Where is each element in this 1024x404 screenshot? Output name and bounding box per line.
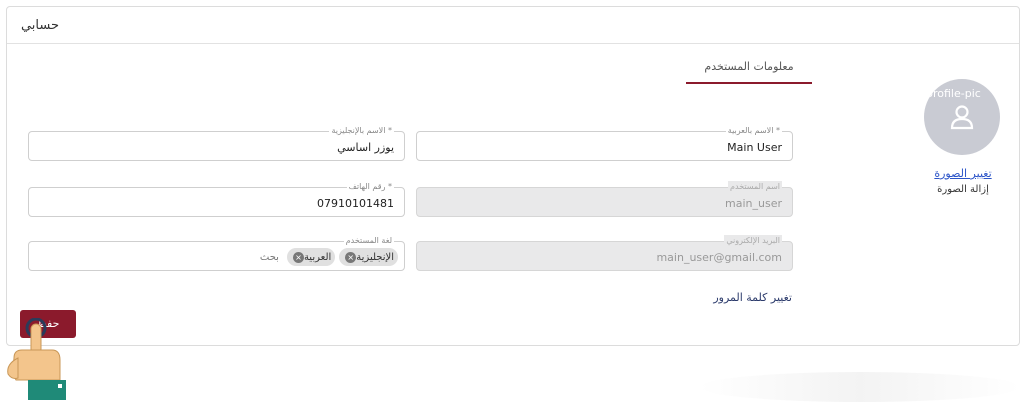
chip-english: × الإنجليزية (339, 248, 398, 266)
language-search-input[interactable]: بحث (260, 252, 279, 263)
active-tab-indicator (686, 82, 812, 84)
chip-arabic-label: العربية (303, 251, 332, 263)
background-smudge (700, 372, 1020, 402)
username-label: اسم المستخدم (728, 181, 782, 192)
chip-remove-icon[interactable]: × (292, 251, 304, 263)
username-value: main_user (725, 197, 782, 210)
name-en-field[interactable]: الاسم بالإنجليزية * يوزر اساسي (28, 125, 405, 161)
chip-english-label: الإنجليزية (356, 251, 394, 263)
language-multiselect[interactable]: لغة المستخدم × الإنجليزية × العربية بحث (28, 235, 405, 271)
avatar[interactable]: profile-pic (924, 79, 1000, 155)
remove-photo-link[interactable]: إزالة الصورة (930, 184, 996, 195)
user-icon (950, 105, 974, 130)
chip-arabic: × العربية (286, 248, 336, 266)
avatar-alt-text: profile-pic (926, 87, 981, 100)
change-photo-link[interactable]: تغيير الصورة (930, 167, 996, 180)
phone-value: 07910101481 (317, 197, 394, 210)
language-chips: × الإنجليزية × العربية بحث (260, 248, 398, 266)
language-label: لغة المستخدم (343, 235, 394, 246)
pointer-hand-icon (7, 318, 66, 400)
email-value: main_user@gmail.com (656, 251, 782, 264)
name-ar-value: Main User (727, 141, 782, 154)
email-label: البريد الإلكتروني (724, 235, 782, 246)
page-title: حسابي (20, 18, 59, 33)
phone-field[interactable]: رقم الهاتف * 07910101481 (28, 181, 405, 217)
name-en-label: الاسم بالإنجليزية * (329, 125, 394, 136)
name-en-value: يوزر اساسي (337, 141, 394, 154)
chip-remove-icon[interactable]: × (345, 251, 357, 263)
name-ar-field[interactable]: الاسم بالعربية * Main User (416, 125, 793, 161)
phone-label: رقم الهاتف * (346, 181, 394, 192)
account-card: حسابي (6, 6, 1020, 346)
card-header: حسابي (7, 7, 1019, 44)
tab-user-info[interactable]: معلومات المستخدم (686, 60, 812, 73)
username-field: اسم المستخدم main_user (416, 181, 793, 217)
change-password-link[interactable]: تغيير كلمة المرور (700, 291, 792, 304)
email-field: البريد الإلكتروني main_user@gmail.com (416, 235, 793, 271)
name-ar-label: الاسم بالعربية * (725, 125, 782, 136)
